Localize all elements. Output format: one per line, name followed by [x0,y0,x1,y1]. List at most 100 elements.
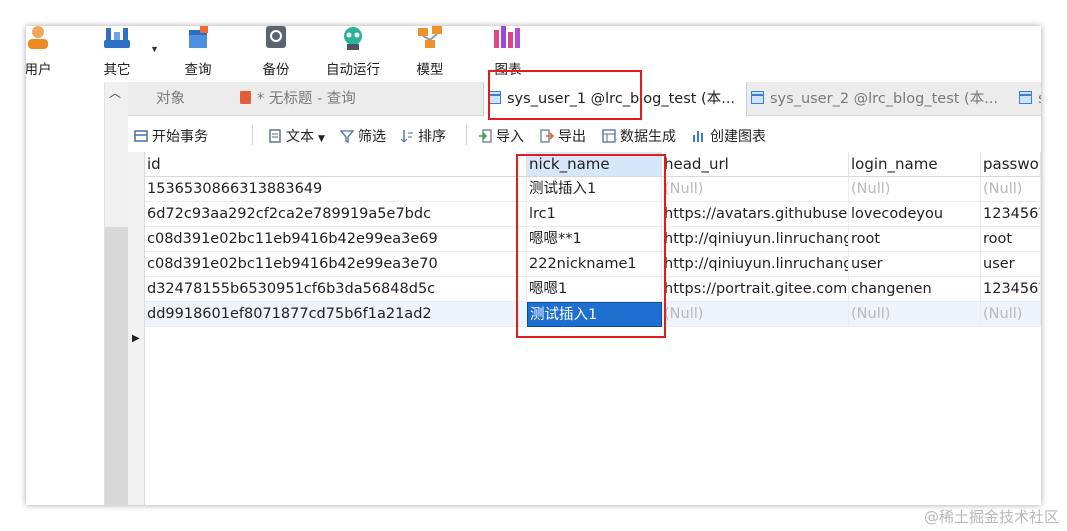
text-button[interactable]: 文本 ▼ [268,126,325,146]
cell-login-name[interactable]: (Null) [849,177,981,202]
tab-sys-user-1[interactable]: sys_user_1 @lrc_blog_test (本... [483,82,747,117]
cell-password[interactable]: root [981,227,1041,252]
cell-login-name[interactable]: lovecodeyou [849,202,981,227]
export-button[interactable]: 导出 [540,126,586,146]
column-header-nick-name[interactable]: nick_name [527,152,662,177]
cell-nick-name[interactable]: 嗯嗯1 [527,277,662,302]
toolbar-backup-label: 备份 [262,62,290,78]
cell-id[interactable]: c08d391e02bc11eb9416b42e99ea3e69 [145,227,527,252]
tab-untitled-query[interactable]: * 无标题 - 查询 [240,82,490,116]
watermark: @稀土掘金技术社区 [923,508,1059,526]
create-chart-label: 创建图表 [710,129,766,145]
column-header-login-name[interactable]: login_name [849,152,981,177]
import-icon [479,129,492,143]
begin-transaction-label: 开始事务 [152,129,208,145]
cell-password[interactable]: (Null) [981,177,1041,202]
cell-id[interactable]: 6d72c93aa292cf2ca2e789919a5e7bdc [145,202,527,227]
toolbar-chart[interactable]: 图表 [486,26,530,82]
transaction-icon [134,130,148,142]
toolbar-automation-label: 自动运行 [326,62,380,78]
tab-bar: 对象 * 无标题 - 查询 sys_user_1 @lrc_blog_test … [128,82,1041,117]
cell-nick-name[interactable]: lrc1 [527,202,662,227]
sort-icon [400,130,413,143]
cell-password[interactable]: user [981,252,1041,277]
tools-icon [104,28,130,48]
filter-icon [340,130,354,143]
cell-id[interactable]: c08d391e02bc11eb9416b42e99ea3e70 [145,252,527,277]
current-row-indicator: ▶ [132,333,140,344]
cell-login-name[interactable]: user [849,252,981,277]
toolbar-chart-label: 图表 [494,62,522,78]
query-tab-icon [240,91,251,104]
cell-login-name[interactable]: changenen [849,277,981,302]
toolbar-user[interactable]: 用户 [26,26,58,82]
robot-icon [344,27,362,50]
column-header-id[interactable]: id [145,152,527,177]
cell-id[interactable]: d32478155b6530951cf6b3da56848d5c [145,277,527,302]
filter-button[interactable]: 筛选 [340,126,386,146]
import-button[interactable]: 导入 [478,126,524,146]
panel-splitter[interactable]: ︿ [105,82,128,505]
cell-login-name[interactable]: (Null) [849,302,981,327]
cell-head-url[interactable]: (Null) [662,177,849,202]
tab-sys-user-1-label: sys_user_1 @lrc_blog_test (本... [507,91,736,107]
cell-head-url[interactable]: (Null) [662,302,849,327]
tab-overflow[interactable]: s [1019,82,1041,116]
chevron-up-icon[interactable]: ︿ [109,84,121,101]
cell-nick-name[interactable]: 测试插入1 [527,302,662,327]
column-header-password[interactable]: passwor [981,152,1041,177]
cell-head-url[interactable]: http://qiniuyun.linruchang [662,227,849,252]
cell-head-url[interactable]: https://portrait.gitee.com [662,277,849,302]
cell-password[interactable]: 1234567 [981,277,1041,302]
cell-password[interactable]: 1234567 [981,202,1041,227]
cell-head-url[interactable]: https://avatars.githubuser [662,202,849,227]
begin-transaction-button[interactable]: 开始事务 [134,126,208,146]
cell-head-url[interactable]: http://qiniuyun.linruchang [662,252,849,277]
chevron-down-icon[interactable]: ▼ [150,44,159,54]
table-icon [1019,91,1032,104]
sort-label: 排序 [418,129,446,145]
toolbar-user-label: 用户 [26,62,52,78]
table-icon [488,91,501,104]
model-icon [418,26,442,48]
tab-objects-label: 对象 [156,91,185,107]
toolbar-automation[interactable]: 自动运行 [318,26,388,82]
column-header-head-url[interactable]: head_url [662,152,849,177]
cell-nick-name[interactable]: 222nickname1 [527,252,662,277]
main-toolbar: 用户 其它 ▼ 查询 备份 自动运行 模型 图表 [26,26,1041,82]
data-grid: id nick_name head_url login_name passwor… [128,152,1041,505]
tab-sys-user-2[interactable]: sys_user_2 @lrc_blog_test (本... [751,82,1013,116]
import-label: 导入 [496,129,524,145]
tab-objects[interactable]: 对象 [156,82,236,116]
divider [252,125,253,145]
data-generation-button[interactable]: 数据生成 [602,126,676,146]
toolbar-backup[interactable]: 备份 [256,26,296,82]
toolbar-other-label: 其它 [103,62,131,78]
cell-login-name[interactable]: root [849,227,981,252]
app-window: 用户 其它 ▼ 查询 备份 自动运行 模型 图表 ︿ 对象 * 无标题 - 查询… [26,26,1041,505]
toolbar-other[interactable]: 其它 [96,26,138,82]
cell-nick-name[interactable]: 测试插入1 [527,177,662,202]
create-chart-button[interactable]: 创建图表 [692,126,766,146]
cell-password[interactable]: (Null) [981,302,1041,327]
tab-sys-user-2-label: sys_user_2 @lrc_blog_test (本... [770,91,999,107]
export-icon [540,129,554,143]
toolbar-query-label: 查询 [184,62,212,78]
user-icon [28,26,48,49]
table-toolbar: 开始事务 文本 ▼ 筛选 排序 导入 导出 数据生成 创建图表 [128,118,1041,152]
toolbar-model[interactable]: 模型 [410,26,450,82]
query-icon [189,26,208,48]
scrollbar-track[interactable] [105,227,128,505]
chevron-down-icon: ▼ [318,134,325,144]
cell-id[interactable]: dd9918601ef8071877cd75b6f1a21ad2 [145,302,527,327]
text-label: 文本 [286,129,314,145]
tab-overflow-label: s [1038,91,1041,107]
table-icon [751,91,764,104]
cell-id[interactable]: 1536530866313883649 [145,177,527,202]
document-icon [269,129,281,143]
cell-nick-name[interactable]: 嗯嗯**1 [527,227,662,252]
toolbar-query[interactable]: 查询 [178,26,218,82]
export-label: 导出 [558,129,586,145]
sort-button[interactable]: 排序 [400,126,446,146]
data-generation-label: 数据生成 [620,129,676,145]
